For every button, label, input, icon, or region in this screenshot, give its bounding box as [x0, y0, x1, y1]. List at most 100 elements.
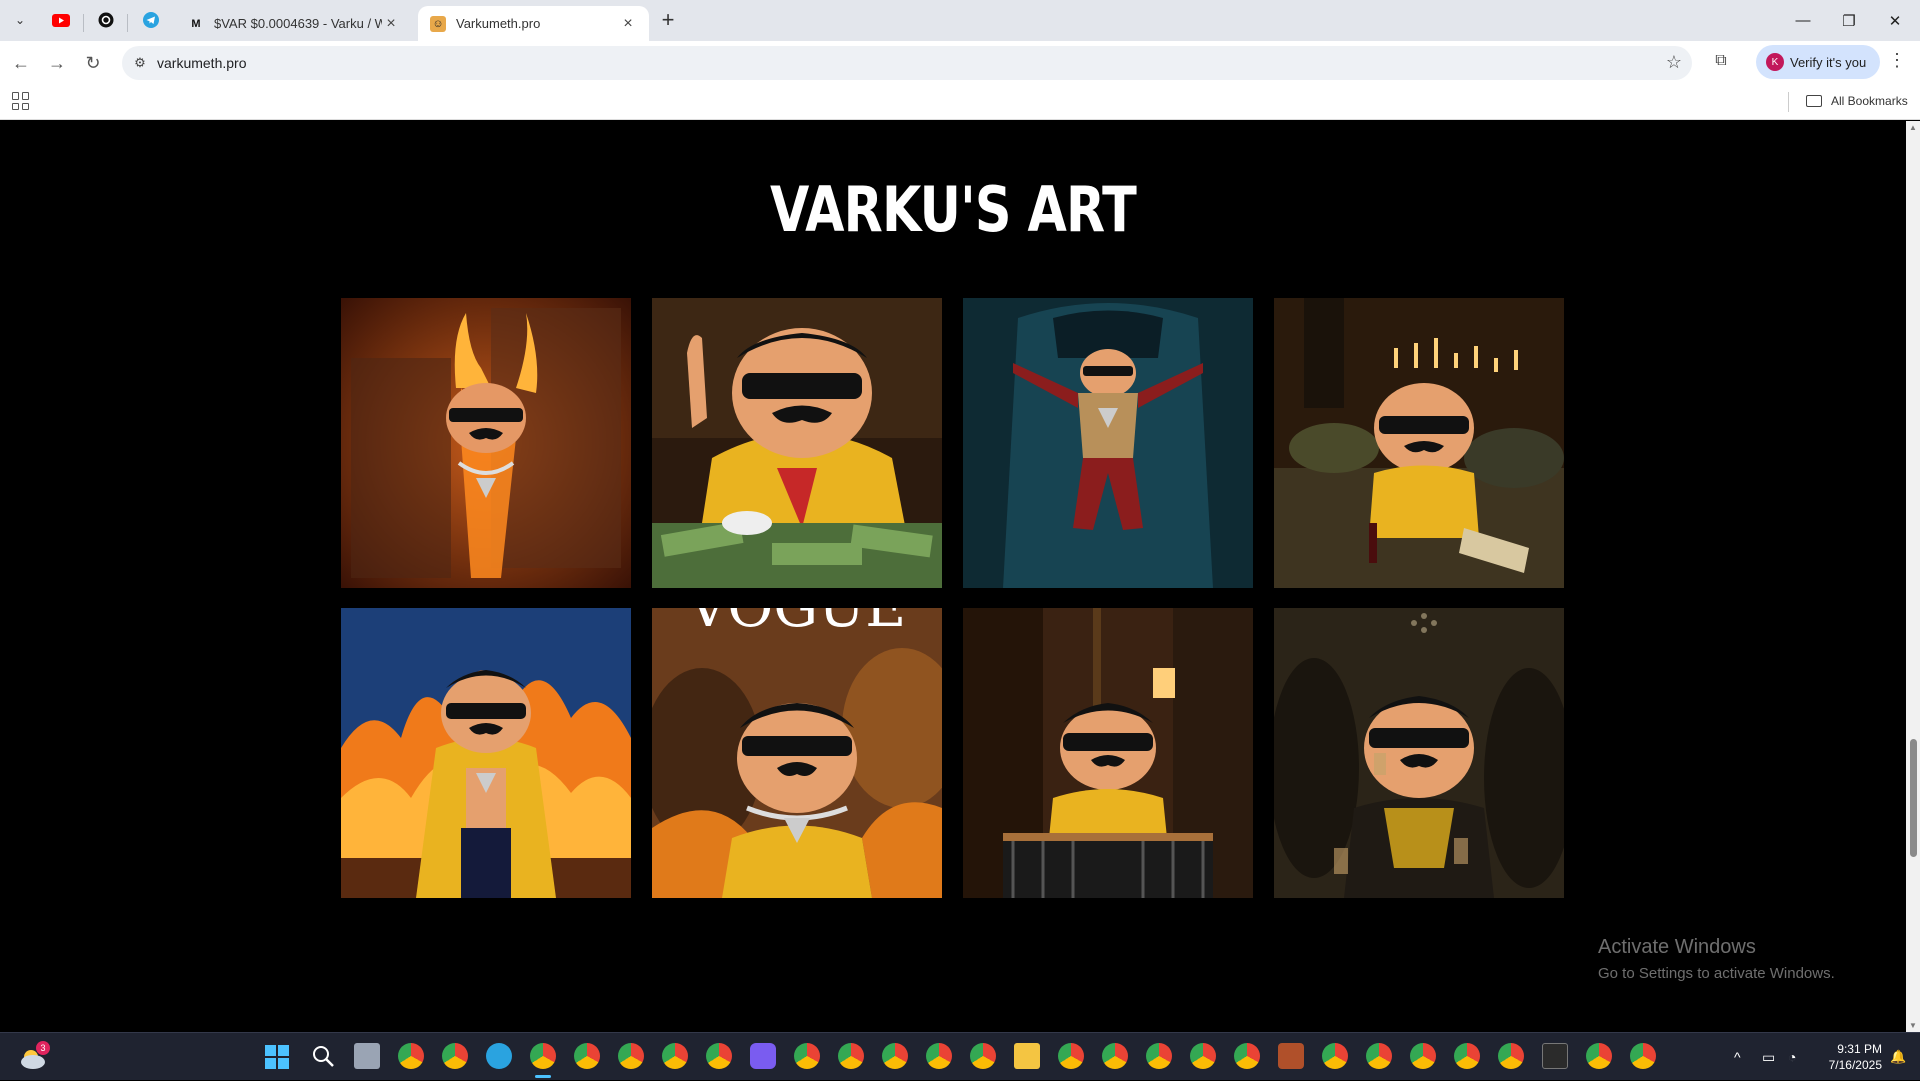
chrome-active-icon[interactable]	[530, 1043, 556, 1069]
profile-verify-button[interactable]: K Verify it's you	[1756, 45, 1880, 79]
tray-overflow-icon[interactable]: ^	[1734, 1033, 1741, 1081]
browser-toolbar: ← → ↻ ⚙ varkumeth.pro ☆	[0, 41, 1920, 84]
threads-icon	[98, 12, 114, 28]
artwork-image	[963, 608, 1253, 898]
chrome-icon[interactable]	[1498, 1043, 1524, 1069]
activate-windows-subtitle: Go to Settings to activate Windows.	[1598, 965, 1835, 982]
chrome-icon[interactable]	[1058, 1043, 1084, 1069]
task-view-icon[interactable]	[354, 1043, 380, 1069]
windows-taskbar: 3 ^ ▭ ◔ 9:31 PM 7/16/2025 🔔	[0, 1032, 1920, 1080]
scroll-down-icon[interactable]: ▼	[1909, 1021, 1917, 1030]
gallery-item-vogue-cover[interactable]: VOGUE	[652, 608, 942, 898]
clock-time: 9:31 PM	[1837, 1042, 1882, 1056]
vogue-title: VOGUE	[687, 608, 906, 640]
gallery-item-money-pile[interactable]	[652, 298, 942, 588]
taskbar-clock[interactable]: 9:31 PM 7/16/2025	[1810, 1041, 1882, 1073]
bookmarks-bar: All Bookmarks	[0, 84, 1920, 120]
chrome-icon[interactable]	[970, 1043, 996, 1069]
chrome-profile-icon[interactable]	[442, 1043, 468, 1069]
chrome-icon[interactable]	[1586, 1043, 1612, 1069]
youtube-icon	[52, 13, 70, 27]
chrome-icon[interactable]	[882, 1043, 908, 1069]
artwork-image: VOGUE	[652, 608, 942, 898]
pinned-tab-threads[interactable]	[95, 9, 117, 31]
forward-button[interactable]: →	[42, 48, 72, 78]
art-gallery: VOGUE	[341, 298, 1564, 898]
tab-var-price[interactable]: M $VAR $0.0004639 - Varku / WET ×	[176, 6, 412, 41]
chrome-icon[interactable]	[662, 1043, 688, 1069]
close-tab-icon[interactable]: ×	[619, 15, 637, 33]
chrome-icon[interactable]	[706, 1043, 732, 1069]
clock-date: 7/16/2025	[1828, 1058, 1882, 1072]
chrome-icon[interactable]	[1454, 1043, 1480, 1069]
pinned-tab-youtube[interactable]	[50, 9, 72, 31]
varku-favicon-icon: ☺	[430, 15, 446, 32]
tab-title: Varkumeth.pro	[456, 16, 541, 31]
artwork-image	[1274, 298, 1564, 588]
url-text[interactable]: varkumeth.pro	[157, 55, 246, 71]
gallery-item-fire-coat[interactable]	[341, 608, 631, 898]
gallery-item-candlelit-lounge[interactable]	[1274, 298, 1564, 588]
all-bookmarks-button[interactable]: All Bookmarks	[1806, 94, 1908, 108]
artwork-image	[963, 298, 1253, 588]
notifications-bell-icon[interactable]: 🔔	[1890, 1033, 1906, 1081]
bookmark-star-icon[interactable]: ☆	[1666, 52, 1682, 73]
file-explorer-icon[interactable]	[1014, 1043, 1040, 1069]
chrome-icon[interactable]	[1630, 1043, 1656, 1069]
activate-windows-title: Activate Windows	[1598, 936, 1756, 958]
tab-varkumeth[interactable]: ☺ Varkumeth.pro ×	[418, 6, 649, 41]
back-button[interactable]: ←	[6, 48, 36, 78]
page-title: VARKU'S ART	[770, 173, 1137, 246]
chrome-icon[interactable]	[1146, 1043, 1172, 1069]
chrome-icon[interactable]	[618, 1043, 644, 1069]
gallery-item-dinner-party-toast[interactable]	[1274, 608, 1564, 898]
page-viewport: VARKU'S ART Activate Windows Go to Setti…	[0, 121, 1906, 1032]
network-icon[interactable]: ▭	[1762, 1033, 1775, 1081]
artwork-image	[341, 298, 631, 588]
close-window-button[interactable]: ✕	[1872, 0, 1918, 41]
weather-badge: 3	[36, 1041, 50, 1055]
chrome-icon[interactable]	[1410, 1043, 1436, 1069]
reload-button[interactable]: ↻	[78, 48, 108, 78]
start-button[interactable]	[265, 1045, 289, 1069]
page-scrollbar[interactable]: ▲ ▼	[1906, 121, 1920, 1032]
gallery-item-newspaper-flames[interactable]	[341, 298, 631, 588]
telegram-taskbar-icon[interactable]	[486, 1043, 512, 1069]
artwork-image	[341, 608, 631, 898]
chrome-icon[interactable]	[1234, 1043, 1260, 1069]
scrollbar-thumb[interactable]	[1910, 739, 1917, 857]
extensions-icon[interactable]: ⧉	[1708, 48, 1734, 74]
chrome-icon[interactable]	[926, 1043, 952, 1069]
search-icon[interactable]	[310, 1043, 336, 1069]
chrome-icon[interactable]	[574, 1043, 600, 1069]
game-app-icon[interactable]	[1278, 1043, 1304, 1069]
artwork-image	[652, 298, 942, 588]
chrome-icon[interactable]	[1102, 1043, 1128, 1069]
avatar: K	[1766, 53, 1784, 71]
chrome-icon[interactable]	[1322, 1043, 1348, 1069]
activate-windows-watermark: Activate Windows Go to Settings to activ…	[1598, 936, 1835, 982]
gallery-item-car-hood-pose[interactable]	[963, 298, 1253, 588]
gamepad-icon[interactable]	[750, 1043, 776, 1069]
weather-widget[interactable]: 3	[18, 1041, 50, 1071]
chrome-icon[interactable]	[838, 1043, 864, 1069]
chrome-icon[interactable]	[1366, 1043, 1392, 1069]
apps-grid-icon[interactable]	[12, 92, 30, 110]
address-bar[interactable]: ⚙ varkumeth.pro ☆	[122, 46, 1692, 80]
all-bookmarks-label: All Bookmarks	[1831, 94, 1908, 108]
volume-icon[interactable]: ◔	[1788, 1033, 1796, 1081]
tab-search-chevron-icon[interactable]: ⌄	[8, 8, 32, 32]
pinned-tab-telegram[interactable]	[140, 9, 162, 31]
site-settings-icon[interactable]: ⚙	[131, 54, 149, 72]
minimize-button[interactable]: —	[1780, 0, 1826, 41]
browser-menu-icon[interactable]: ⋮	[1888, 50, 1906, 71]
chrome-icon[interactable]	[398, 1043, 424, 1069]
close-tab-icon[interactable]: ×	[382, 15, 400, 33]
chrome-icon[interactable]	[1190, 1043, 1216, 1069]
gallery-item-balcony-yellow-shirt[interactable]	[963, 608, 1253, 898]
restore-button[interactable]: ❐	[1826, 0, 1872, 41]
chrome-icon[interactable]	[794, 1043, 820, 1069]
terminal-icon[interactable]	[1542, 1043, 1568, 1069]
new-tab-button[interactable]: +	[655, 8, 681, 34]
scroll-up-icon[interactable]: ▲	[1909, 123, 1917, 132]
